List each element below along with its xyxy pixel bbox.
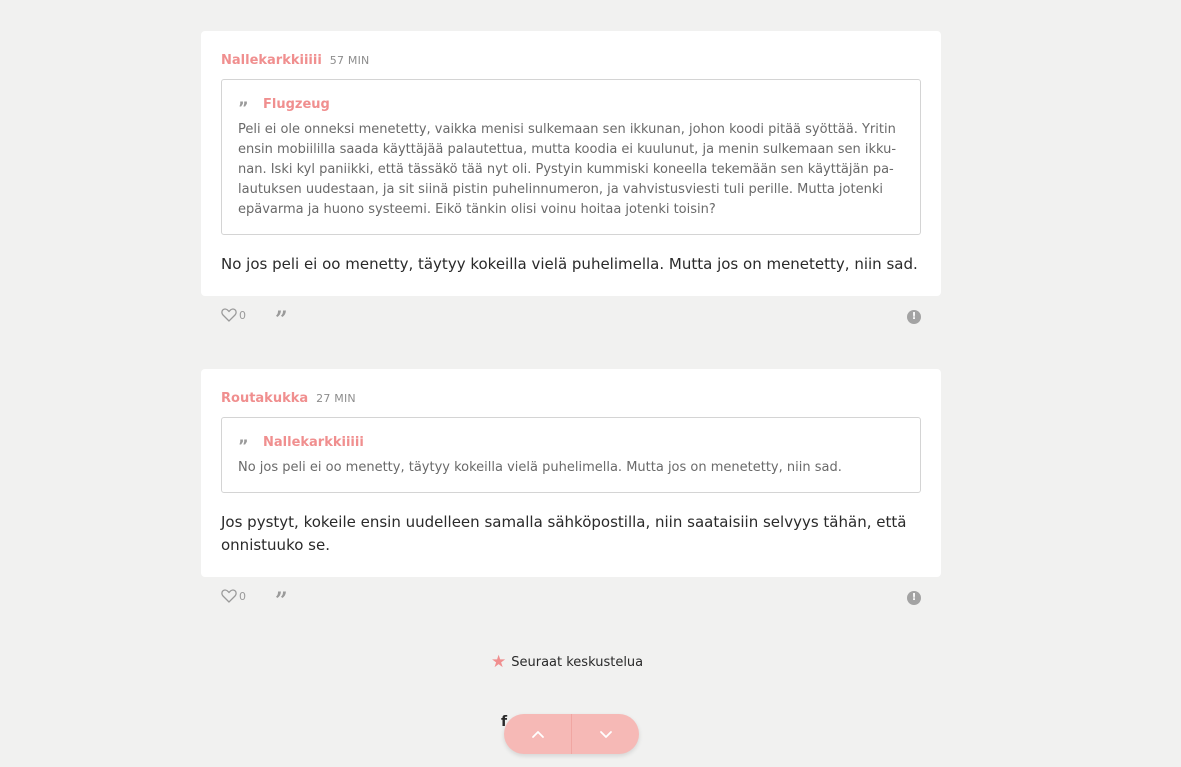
report-icon[interactable]: ! <box>907 310 921 324</box>
quote-line: No jos peli ei oo menetty, täytyy kokeil… <box>238 460 842 475</box>
heart-outline-icon <box>221 589 237 603</box>
comment-body-line: onnistuuko se. <box>221 536 330 554</box>
comment-body: No jos peli ei oo menetty, täytyy kokeil… <box>221 255 918 273</box>
scroll-down-button[interactable] <box>571 714 639 754</box>
follow-label: Seuraat keskustelua <box>511 654 644 670</box>
comment-body: Jos pystyt, kokeile ensin uudelleen sama… <box>221 511 921 557</box>
comment-header: Routakukka 27 MIN <box>221 391 921 406</box>
quote-text: Peli ei ole onneksi menetetty, vaikka me… <box>238 120 904 220</box>
comment-actions: 0 ” ! <box>201 296 941 332</box>
like-count: 0 <box>239 308 246 322</box>
quote-mark-icon: ” <box>238 435 249 455</box>
like-button[interactable]: 0 <box>221 308 246 322</box>
comment-body-line: Jos pystyt, kokeile ensin uudelleen sama… <box>221 513 907 531</box>
comment-author[interactable]: Nallekarkkiiiii <box>221 53 322 68</box>
comment-author[interactable]: Routakukka <box>221 391 308 406</box>
quote-line: epävarma ja huono systeemi. Eikö tänkin … <box>238 202 716 217</box>
quote-icon[interactable]: ” <box>275 309 288 331</box>
comment-card: Routakukka 27 MIN ” Nallekarkkiiiii No j… <box>201 369 941 577</box>
comment-time: 57 MIN <box>329 54 370 67</box>
quote-line: lautuksen uudestaan, ja sit siinä pistin… <box>238 182 883 197</box>
quote-icon[interactable]: ” <box>275 590 288 612</box>
heart-outline-icon <box>221 308 237 322</box>
quote-author[interactable]: Flugzeug <box>263 97 330 112</box>
quote-line: ensin mobiililla saada käyttäjää palaute… <box>238 142 897 157</box>
like-count: 0 <box>239 589 246 603</box>
scroll-nav <box>504 714 639 754</box>
quote-line: nan. Iski kyl paniikki, että tässäkö tää… <box>238 162 894 177</box>
comment-actions: 0 ” ! <box>201 577 941 613</box>
quote-author[interactable]: Nallekarkkiiiii <box>263 435 364 450</box>
quote-line: Peli ei ole onneksi menetetty, vaikka me… <box>238 122 896 137</box>
quote-header: ” Nallekarkkiiiii <box>238 435 904 455</box>
comment-item: Routakukka 27 MIN ” Nallekarkkiiiii No j… <box>201 369 941 613</box>
quoted-comment: ” Flugzeug Peli ei ole onneksi menetetty… <box>221 79 921 235</box>
comment-card: Nallekarkkiiiii 57 MIN ” Flugzeug Peli e… <box>201 31 941 296</box>
comment-feed: Nallekarkkiiiii 57 MIN ” Flugzeug Peli e… <box>201 31 941 613</box>
star-icon: ★ <box>491 652 507 672</box>
chevron-down-icon <box>599 730 612 738</box>
comment-header: Nallekarkkiiiii 57 MIN <box>221 53 921 68</box>
like-button[interactable]: 0 <box>221 589 246 603</box>
chevron-up-icon <box>531 730 544 738</box>
quote-mark-icon: ” <box>238 97 249 117</box>
comment-time: 27 MIN <box>316 392 356 405</box>
report-icon[interactable]: ! <box>907 591 921 605</box>
quote-text: No jos peli ei oo menetty, täytyy kokeil… <box>238 458 904 478</box>
scroll-up-button[interactable] <box>504 714 571 754</box>
quoted-comment: ” Nallekarkkiiiii No jos peli ei oo mene… <box>221 417 921 493</box>
follow-discussion-button[interactable]: ★ Seuraat keskustelua <box>491 652 644 672</box>
quote-header: ” Flugzeug <box>238 97 904 117</box>
comment-item: Nallekarkkiiiii 57 MIN ” Flugzeug Peli e… <box>201 31 941 332</box>
